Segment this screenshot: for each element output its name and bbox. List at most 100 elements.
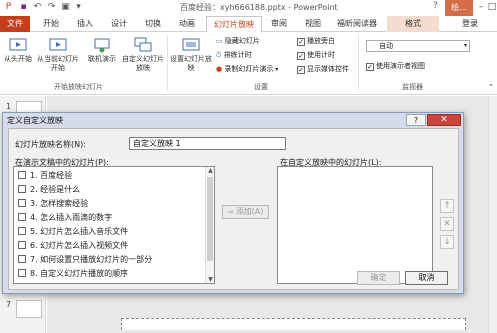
help-button[interactable]: ? — [433, 1, 438, 11]
rehearse-label: 排练计时 — [223, 51, 252, 59]
tab-home[interactable]: 开始 — [36, 16, 66, 32]
presenter-view-checkbox[interactable]: 使用演示者视图 — [366, 61, 425, 71]
list-item[interactable]: 2. 经验是什么 — [18, 184, 80, 195]
list-item[interactable]: 8. 自定义幻灯片播放的顺序 — [18, 268, 128, 279]
custom-slide-show-label: 自定义幻灯片放映 — [122, 55, 164, 72]
tab-animations[interactable]: 动画 — [172, 16, 202, 32]
title-bar: P ▪ ↶ ↷ ▣ ▾ 百度经验：xyh666188.pptx - PowerP… — [0, 0, 497, 16]
present-online-label: 联机演示 — [88, 55, 116, 63]
group-label-monitors: 监视器 — [402, 83, 423, 91]
slide-number: 7 — [6, 300, 12, 309]
present-online-button[interactable]: 联机演示 — [84, 37, 120, 64]
setup-show-icon — [182, 37, 200, 53]
checkbox-icon[interactable] — [18, 199, 26, 207]
tab-foxit-reader[interactable]: 福昕阅读器 — [331, 16, 383, 32]
setup-slide-show-button[interactable]: 设置幻灯片放映 — [170, 37, 212, 73]
from-beginning-button[interactable]: 从头开始 — [1, 37, 35, 64]
tab-insert[interactable]: 插入 — [70, 16, 100, 32]
custom-slide-show-button[interactable]: 自定义幻灯片放映 — [122, 37, 164, 73]
custom-show-icon — [134, 37, 152, 53]
login-link[interactable]: 登录 — [462, 16, 478, 32]
ribbon-tabs: 文件 开始 插入 设计 切换 动画 幻灯片放映 审阅 视图 福昕阅读器 格式 登… — [0, 16, 497, 33]
move-down-button[interactable]: ↓ — [440, 235, 454, 249]
list-item[interactable]: 6. 幻灯片怎么插入视频文件 — [18, 240, 128, 251]
customize-qa-icon[interactable]: ▾ — [73, 2, 84, 13]
list-item[interactable]: 7. 如何设置只播放幻灯片的一部分 — [18, 254, 152, 265]
tab-slide-show[interactable]: 幻灯片放映 — [206, 16, 262, 33]
ok-button[interactable]: 确定 — [357, 271, 400, 285]
checkbox-icon[interactable] — [18, 213, 26, 221]
checkbox-icon[interactable] — [18, 185, 26, 193]
checkbox-icon[interactable] — [18, 241, 26, 249]
checkbox-icon[interactable] — [18, 227, 26, 235]
rehearse-timings-button[interactable]: ⏱ 排练计时 — [216, 50, 252, 60]
custom-show-slides-list[interactable] — [277, 166, 433, 284]
use-timings-label: 使用计时 — [307, 51, 335, 59]
tab-format[interactable]: 格式 — [387, 16, 439, 32]
move-up-button[interactable]: ↑ — [440, 199, 454, 213]
record-slide-show-button[interactable]: ● 录制幻灯片演示 ▾ — [216, 64, 278, 75]
rehearse-icon: ⏱ — [216, 51, 224, 59]
presentation-slides-list[interactable]: 1. 百度经验 2. 经验是什么 3. 怎样搜索经验 4. 怎么插入雨滴的数字 … — [13, 166, 215, 284]
tab-review[interactable]: 审阅 — [264, 16, 294, 32]
dialog-close-button[interactable]: ✕ — [427, 114, 461, 126]
tab-transitions[interactable]: 切换 — [138, 16, 168, 32]
app-logo-icon: P — [5, 2, 12, 12]
slideshow-start-icon — [9, 37, 27, 53]
remove-button[interactable]: ✕ — [440, 217, 454, 231]
hide-slide-button[interactable]: ▭ 隐藏幻灯片 — [216, 36, 260, 46]
scroll-up-icon[interactable]: ▲ — [206, 167, 214, 174]
redo-icon[interactable]: ↷ — [46, 2, 57, 13]
scrollbar-thumb[interactable] — [207, 177, 213, 261]
undo-icon[interactable]: ↶ — [32, 2, 43, 13]
group-label-setup: 设置 — [254, 83, 268, 91]
collapse-ribbon-icon[interactable]: ⌃ — [488, 83, 494, 91]
tab-view[interactable]: 视图 — [298, 16, 328, 32]
vertical-scrollbar[interactable] — [488, 96, 497, 333]
checkbox-icon — [297, 66, 305, 74]
add-button[interactable]: ⇒ 添加(A) — [222, 205, 269, 219]
save-icon[interactable]: ▪ — [18, 2, 29, 13]
list-item-label: 6. 幻灯片怎么插入视频文件 — [30, 241, 129, 250]
list-item[interactable]: 4. 怎么插入雨滴的数字 — [18, 212, 112, 223]
checkbox-icon — [297, 38, 305, 46]
from-beginning-label: 从头开始 — [4, 55, 32, 63]
slide-area[interactable] — [121, 318, 466, 330]
scroll-down-icon[interactable]: ▼ — [206, 276, 214, 283]
list-item-label: 5. 幻灯片怎么插入音乐文件 — [30, 227, 129, 236]
checkbox-icon[interactable] — [18, 269, 26, 277]
restore-icon[interactable]: □ — [487, 1, 497, 13]
start-show-qa-icon[interactable]: ▣ — [60, 2, 71, 13]
slide-thumbnail[interactable] — [16, 300, 42, 318]
play-narrations-checkbox[interactable]: 播放旁白 — [297, 36, 335, 46]
minimize-icon[interactable]: – — [476, 1, 486, 13]
chevron-down-icon: ▾ — [463, 42, 467, 49]
dialog-body: 幻灯片放映名称(N): 在演示文稿中的幻灯片(P): 在自定义放映中的幻灯片(L… — [8, 128, 459, 290]
from-current-slide-label: 从当前幻灯片开始 — [37, 55, 79, 72]
list-scrollbar[interactable]: ▲ ▼ — [205, 167, 214, 283]
show-name-input[interactable] — [129, 137, 286, 150]
monitor-value: 自动 — [379, 42, 393, 50]
list-item[interactable]: 3. 怎样搜索经验 — [18, 198, 88, 209]
tab-design[interactable]: 设计 — [104, 16, 134, 32]
show-media-controls-checkbox[interactable]: 显示媒体控件 — [297, 64, 349, 74]
define-custom-show-dialog: 定义自定义放映 ? ✕ 幻灯片放映名称(N): 在演示文稿中的幻灯片(P): 在… — [2, 112, 464, 294]
list-item[interactable]: 1. 百度经验 — [18, 170, 72, 181]
double-arrow-right-icon: ⇒ — [227, 208, 236, 216]
group-label-start-show: 开始放映幻灯片 — [54, 83, 103, 91]
checkbox-icon[interactable] — [18, 255, 26, 263]
from-current-slide-button[interactable]: 从当前幻灯片开始 — [36, 37, 80, 73]
monitor-select[interactable]: 自动 ▾ — [366, 40, 470, 52]
list-item-label: 7. 如何设置只播放幻灯片的一部分 — [30, 255, 153, 264]
cancel-button[interactable]: 取消 — [405, 271, 448, 285]
show-media-controls-label: 显示媒体控件 — [307, 65, 349, 73]
show-name-label: 幻灯片放映名称(N): — [15, 140, 86, 149]
dialog-help-button[interactable]: ? — [406, 114, 426, 126]
checkbox-icon — [366, 63, 374, 71]
present-online-icon — [93, 37, 111, 53]
tab-file[interactable]: 文件 — [0, 16, 30, 32]
ribbon-divider — [167, 35, 168, 91]
checkbox-icon[interactable] — [18, 171, 26, 179]
list-item[interactable]: 5. 幻灯片怎么插入音乐文件 — [18, 226, 128, 237]
use-timings-checkbox[interactable]: 使用计时 — [297, 50, 335, 60]
